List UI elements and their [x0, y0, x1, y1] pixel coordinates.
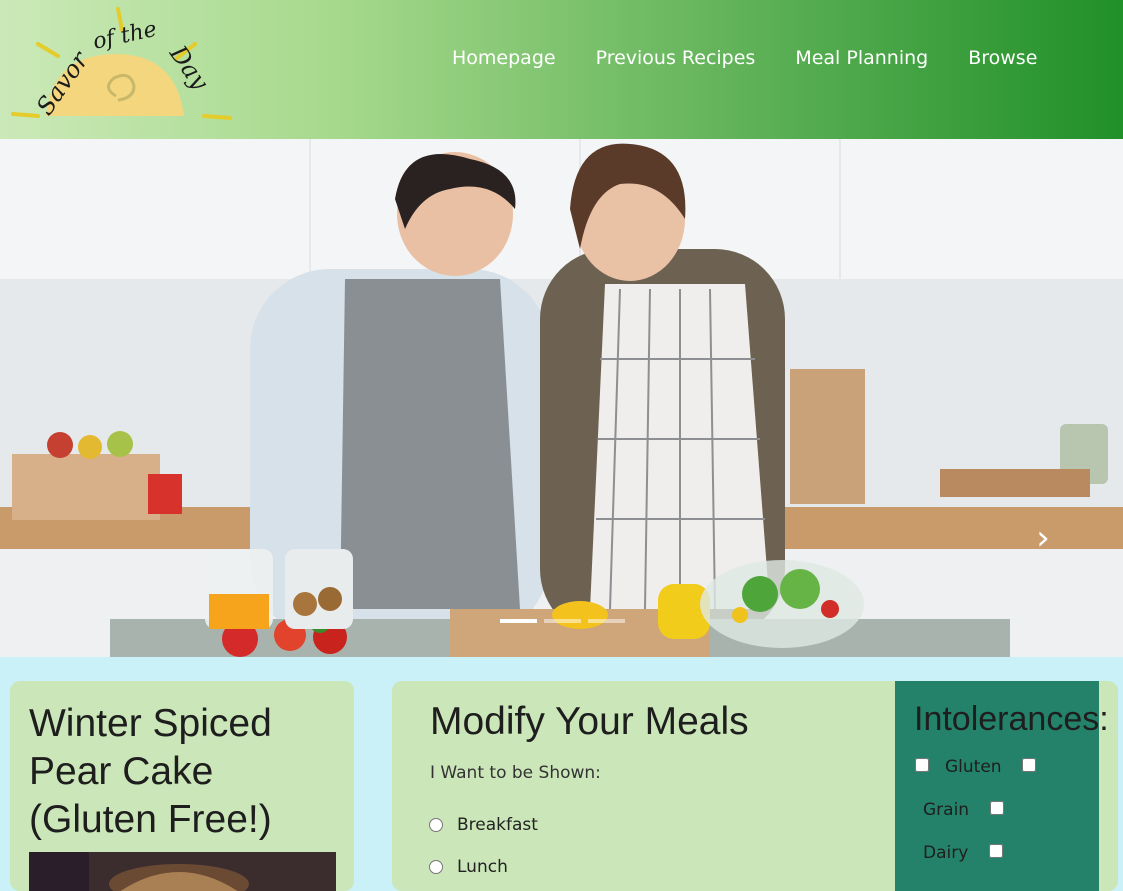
- dairy-label: Dairy: [923, 843, 969, 863]
- svg-text:of the: of the: [91, 17, 159, 55]
- option-breakfast[interactable]: Breakfast: [429, 815, 538, 835]
- modify-meals-title: Modify Your Meals: [430, 700, 749, 743]
- dairy-checkbox[interactable]: [990, 801, 1004, 815]
- site-header: Savor of the Day Homepage Previous Recip…: [0, 0, 1123, 139]
- recipe-image-graphic: [29, 852, 336, 891]
- lunch-radio[interactable]: [429, 860, 443, 874]
- grain-label: Grain: [923, 800, 970, 820]
- extra-checkbox[interactable]: [989, 844, 1003, 858]
- intolerances-panel: Intolerances: Gluten Grain Dairy: [895, 681, 1109, 891]
- gluten-label: Gluten: [945, 757, 1002, 777]
- intolerances-title: Intolerances:: [914, 700, 1109, 738]
- modify-meals-subtitle: I Want to be Shown:: [430, 763, 601, 783]
- lunch-label: Lunch: [457, 857, 508, 877]
- nav-browse[interactable]: Browse: [968, 47, 1037, 69]
- breakfast-label: Breakfast: [457, 815, 538, 835]
- logo[interactable]: Savor of the Day: [8, 4, 236, 132]
- nav-meal-planning[interactable]: Meal Planning: [795, 47, 928, 69]
- recipe-image[interactable]: [29, 852, 336, 891]
- hero-image: [0, 139, 1123, 657]
- nav-previous-recipes[interactable]: Previous Recipes: [596, 47, 756, 69]
- carousel-indicator-1[interactable]: [500, 619, 537, 623]
- chevron-right-icon: ›: [1036, 518, 1050, 558]
- carousel-indicator-2[interactable]: [544, 619, 581, 623]
- recipe-title[interactable]: Winter Spiced Pear Cake (Gluten Free!): [29, 700, 349, 844]
- hero-carousel: ›: [0, 139, 1123, 657]
- carousel-next-button[interactable]: ›: [1030, 521, 1056, 555]
- gluten-checkbox[interactable]: [915, 758, 929, 772]
- carousel-indicator-3[interactable]: [588, 619, 625, 623]
- logo-graphic: Savor of the Day: [11, 7, 232, 120]
- breakfast-radio[interactable]: [429, 818, 443, 832]
- main-nav: Homepage Previous Recipes Meal Planning …: [452, 47, 1077, 69]
- grain-checkbox[interactable]: [1022, 758, 1036, 772]
- option-lunch[interactable]: Lunch: [429, 857, 508, 877]
- featured-recipe-card: Winter Spiced Pear Cake (Gluten Free!): [10, 681, 354, 891]
- nav-homepage[interactable]: Homepage: [452, 47, 556, 69]
- carousel-indicators: [500, 619, 625, 623]
